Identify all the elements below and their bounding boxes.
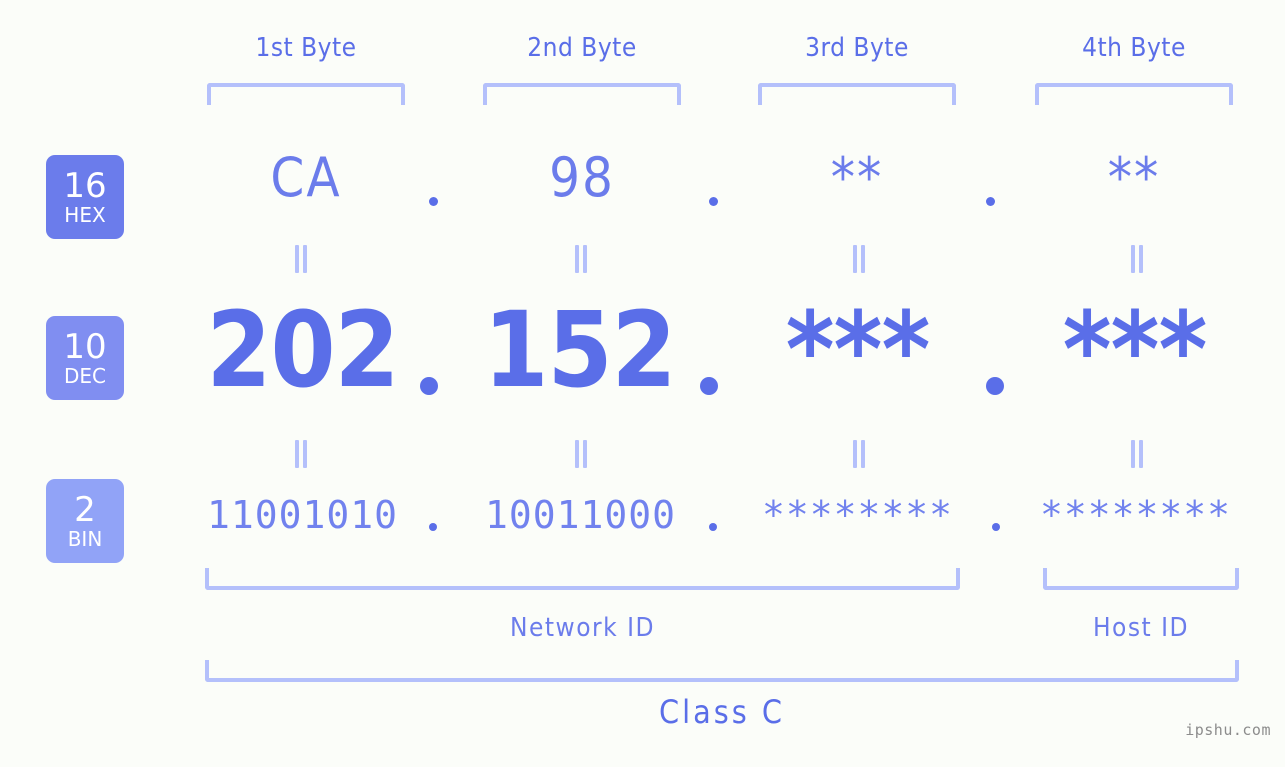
byte-header-3: 3rd Byte [805, 33, 909, 63]
bin-separator-dot-3 [992, 523, 1000, 531]
equals-mark-dec-bin-4 [1130, 440, 1144, 468]
class-label: Class C [659, 693, 785, 731]
hex-separator-dot-3 [986, 197, 995, 206]
equals-mark-hex-dec-3 [852, 245, 866, 273]
hex-byte-4: ** [1107, 146, 1161, 209]
bin-byte-3: ******** [761, 493, 954, 537]
watermark: ipshu.com [1185, 721, 1271, 739]
bin-separator-dot-1 [429, 523, 437, 531]
hex-separator-dot-1 [429, 197, 438, 206]
bin-byte-1: 11001010 [206, 493, 399, 537]
bin-byte-2: 10011000 [484, 493, 677, 537]
hex-separator-dot-2 [709, 197, 718, 206]
dec-separator-dot-3 [986, 377, 1004, 395]
network-id-bracket [205, 568, 960, 590]
dec-byte-2: 152 [483, 289, 676, 411]
badge-dec-number: 10 [63, 327, 107, 367]
dec-separator-dot-2 [700, 377, 718, 395]
badge-hex-number: 16 [63, 166, 107, 206]
equals-mark-hex-dec-1 [294, 245, 308, 273]
byte-bracket-3 [758, 83, 956, 105]
hex-byte-3: ** [830, 146, 884, 209]
network-id-label: Network ID [510, 613, 655, 643]
byte-bracket-2 [483, 83, 681, 105]
badge-hex-system: HEX [64, 203, 106, 227]
dec-separator-dot-1 [420, 377, 438, 395]
dec-byte-3: *** [785, 289, 931, 411]
bin-separator-dot-2 [709, 523, 717, 531]
badge-hex: 16 HEX [46, 155, 124, 239]
dec-byte-1: 202 [206, 289, 399, 411]
byte-header-1: 1st Byte [255, 33, 357, 63]
byte-bracket-1 [207, 83, 405, 105]
equals-mark-dec-bin-2 [574, 440, 588, 468]
class-bracket [205, 660, 1239, 682]
equals-mark-dec-bin-3 [852, 440, 866, 468]
equals-mark-dec-bin-1 [294, 440, 308, 468]
byte-bracket-4 [1035, 83, 1233, 105]
hex-byte-2: 98 [549, 146, 615, 209]
badge-dec-system: DEC [63, 364, 106, 388]
bin-byte-4: ******** [1039, 493, 1232, 537]
badge-bin-number: 2 [74, 490, 96, 530]
host-id-bracket [1043, 568, 1239, 590]
badge-bin: 2 BIN [46, 479, 124, 563]
hex-byte-1: CA [270, 146, 342, 209]
byte-header-2: 2nd Byte [527, 33, 637, 63]
byte-header-4: 4th Byte [1082, 33, 1186, 63]
equals-mark-hex-dec-4 [1130, 245, 1144, 273]
equals-mark-hex-dec-2 [574, 245, 588, 273]
badge-dec: 10 DEC [46, 316, 124, 400]
badge-bin-system: BIN [67, 527, 103, 551]
host-id-label: Host ID [1092, 613, 1190, 643]
dec-byte-4: *** [1062, 289, 1208, 411]
